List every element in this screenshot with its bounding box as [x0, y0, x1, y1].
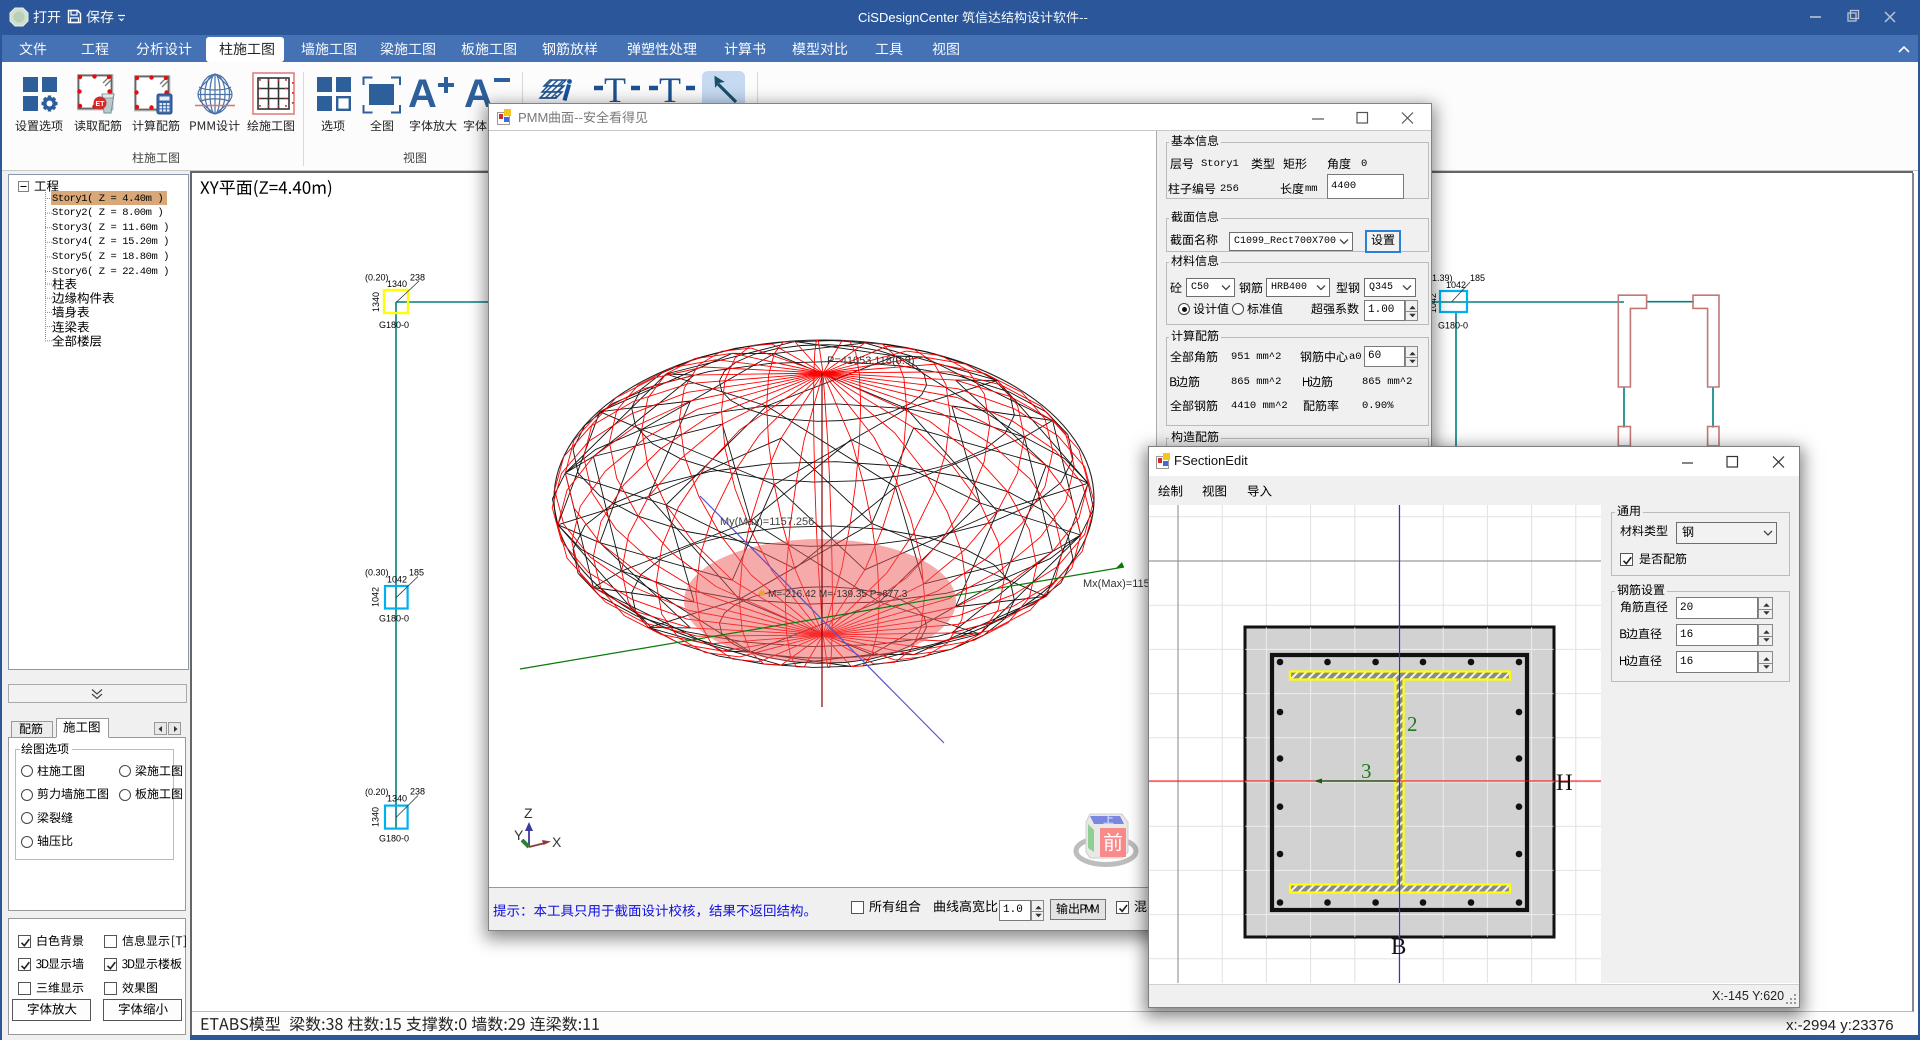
svg-text:185: 185 [409, 568, 424, 578]
svg-text:G180-0: G180-0 [1438, 321, 1468, 331]
svg-text:2: 2 [1407, 712, 1418, 736]
svg-text:ET: ET [96, 101, 106, 108]
svg-text:1042: 1042 [1446, 280, 1466, 290]
svg-text:1042: 1042 [387, 575, 407, 585]
svg-text:1340: 1340 [371, 292, 381, 312]
svg-text:1340: 1340 [387, 279, 407, 289]
svg-text:P=41053.118(0.9): P=41053.118(0.9) [827, 355, 915, 367]
svg-text:(0.30): (0.30) [365, 568, 389, 578]
svg-text:3: 3 [1361, 759, 1372, 783]
svg-text:185: 185 [1470, 273, 1485, 283]
svg-text:G180-0: G180-0 [379, 320, 409, 330]
svg-text:G180-0: G180-0 [379, 834, 409, 844]
svg-text:M=-216.42 M=-139.35 P=677.3: M=-216.42 M=-139.35 P=677.3 [768, 589, 908, 600]
svg-text:My(Max)=1157.256: My(Max)=1157.256 [720, 516, 814, 528]
svg-text:Z: Z [524, 805, 533, 821]
svg-text:1042: 1042 [371, 587, 381, 607]
svg-text:238: 238 [410, 787, 425, 797]
svg-text:G180-0: G180-0 [379, 614, 409, 624]
svg-text:X: X [552, 834, 562, 850]
svg-text:(0.20): (0.20) [365, 273, 389, 283]
svg-text:1340: 1340 [371, 807, 381, 827]
svg-text:H: H [1556, 770, 1573, 795]
svg-text:Mx(Max)=1157.256: Mx(Max)=1157.256 [1083, 578, 1157, 590]
svg-text:B: B [1391, 934, 1406, 959]
svg-text:(0.20): (0.20) [365, 787, 389, 797]
svg-text:Y: Y [514, 827, 524, 843]
svg-text:1340: 1340 [387, 794, 407, 804]
svg-text:238: 238 [410, 273, 425, 283]
